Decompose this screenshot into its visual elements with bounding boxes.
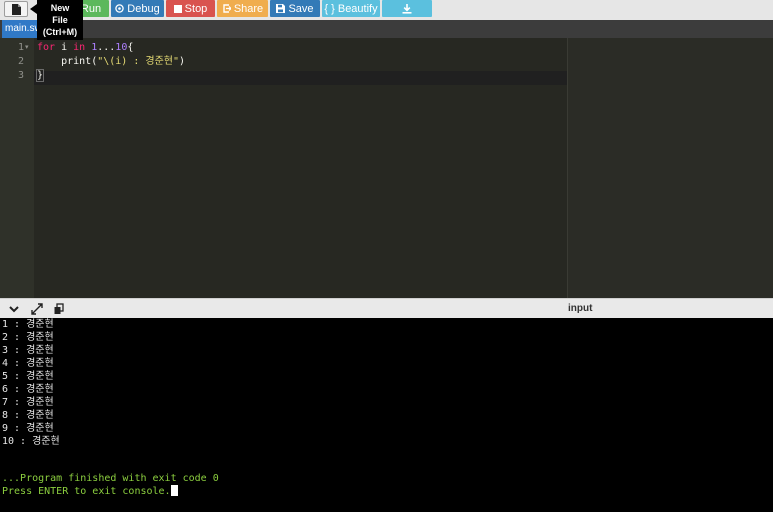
stop-button-label: Stop — [184, 2, 208, 15]
text-cursor — [170, 485, 178, 496]
stop-icon — [173, 4, 182, 13]
save-button-label: Save — [288, 2, 314, 15]
debug-button-label: Debug — [127, 2, 160, 15]
expand-icon[interactable] — [31, 303, 43, 315]
code-line-3: } — [35, 69, 45, 83]
save-icon — [276, 4, 286, 13]
tooltip-line-3: (Ctrl+M) — [42, 27, 78, 37]
exit-status-line: ...Program finished with exit code 0 — [2, 473, 219, 484]
beautify-button[interactable]: { } Beautify — [322, 0, 380, 17]
share-button-label: Share — [233, 2, 264, 15]
console-output[interactable]: 1 : 경준현 2 : 경준현 3 : 경준현 4 : 경준현 5 : 경준현 … — [0, 318, 773, 512]
new-file-tooltip: New File (Ctrl+M) — [37, 0, 83, 40]
output-line: 7 : 경준현 — [2, 397, 54, 408]
code-line-1: for i in 1...10{ — [37, 41, 133, 55]
close-paren: ) — [179, 56, 186, 67]
tab-main-swift[interactable]: main.swift — [2, 20, 40, 38]
exit-prompt-text: Press ENTER to exit console. — [2, 486, 171, 497]
exit-prompt-line: Press ENTER to exit console. — [2, 485, 178, 498]
tooltip-arrow — [30, 4, 37, 14]
active-line-highlight — [34, 71, 567, 85]
range-operator: ... — [97, 42, 116, 53]
keyword-for: for — [37, 42, 56, 53]
chevron-down-icon[interactable] — [8, 303, 20, 315]
close-brace: } — [35, 69, 45, 82]
range-end: 10 — [115, 42, 128, 53]
fold-arrow-icon[interactable]: ▾ — [25, 41, 29, 55]
string-literal: "\(i) : 경준현" — [97, 56, 180, 67]
tooltip-line-1: New — [50, 3, 70, 13]
share-icon — [222, 4, 231, 13]
output-line: 10 : 경준현 — [2, 436, 60, 447]
code-editor[interactable]: 1 ▾ 2 3 for i in 1...10{ print("\(i) : 경… — [0, 38, 773, 298]
beautify-button-label: { } Beautify — [324, 2, 378, 15]
keyword-in: in — [73, 42, 86, 53]
line-number: 3 — [17, 70, 24, 81]
download-icon — [402, 3, 412, 14]
line-number: 2 — [17, 56, 24, 67]
output-line: 9 : 경준현 — [2, 423, 54, 434]
output-line: 1 : 경준현 — [2, 319, 54, 330]
print-call: print( — [61, 56, 98, 67]
stop-button[interactable]: Stop — [166, 0, 215, 17]
console-splitter-bar[interactable]: input — [0, 298, 773, 318]
loop-variable: i — [55, 42, 74, 53]
save-button[interactable]: Save — [270, 0, 320, 17]
editor-margin-area — [567, 38, 773, 298]
output-line: 5 : 경준현 — [2, 371, 54, 382]
tooltip-line-2: File — [52, 15, 68, 25]
output-line: 2 : 경준현 — [2, 332, 54, 343]
new-file-button[interactable] — [4, 1, 28, 17]
output-line: 4 : 경준현 — [2, 358, 54, 369]
download-button[interactable] — [382, 0, 432, 17]
input-tab-label[interactable]: input — [568, 303, 592, 314]
copy-icon[interactable] — [53, 303, 65, 315]
share-button[interactable]: Share — [217, 0, 268, 17]
debug-button[interactable]: Debug — [111, 0, 164, 17]
open-brace: { — [127, 42, 134, 53]
output-line: 6 : 경준현 — [2, 384, 54, 395]
line-number-gutter: 1 ▾ 2 3 — [0, 38, 34, 298]
output-line: 8 : 경준현 — [2, 410, 54, 421]
output-line: 3 : 경준현 — [2, 345, 54, 356]
tab-strip: main.swift — [0, 20, 773, 38]
file-icon — [11, 3, 21, 15]
run-button-label: Run — [80, 2, 102, 15]
debug-icon — [115, 4, 125, 13]
line-number: 1 — [17, 42, 24, 53]
toolbar: New File (Ctrl+M) Run Debug Stop Share S… — [0, 0, 773, 40]
code-line-2: print("\(i) : 경준현") — [37, 55, 185, 69]
